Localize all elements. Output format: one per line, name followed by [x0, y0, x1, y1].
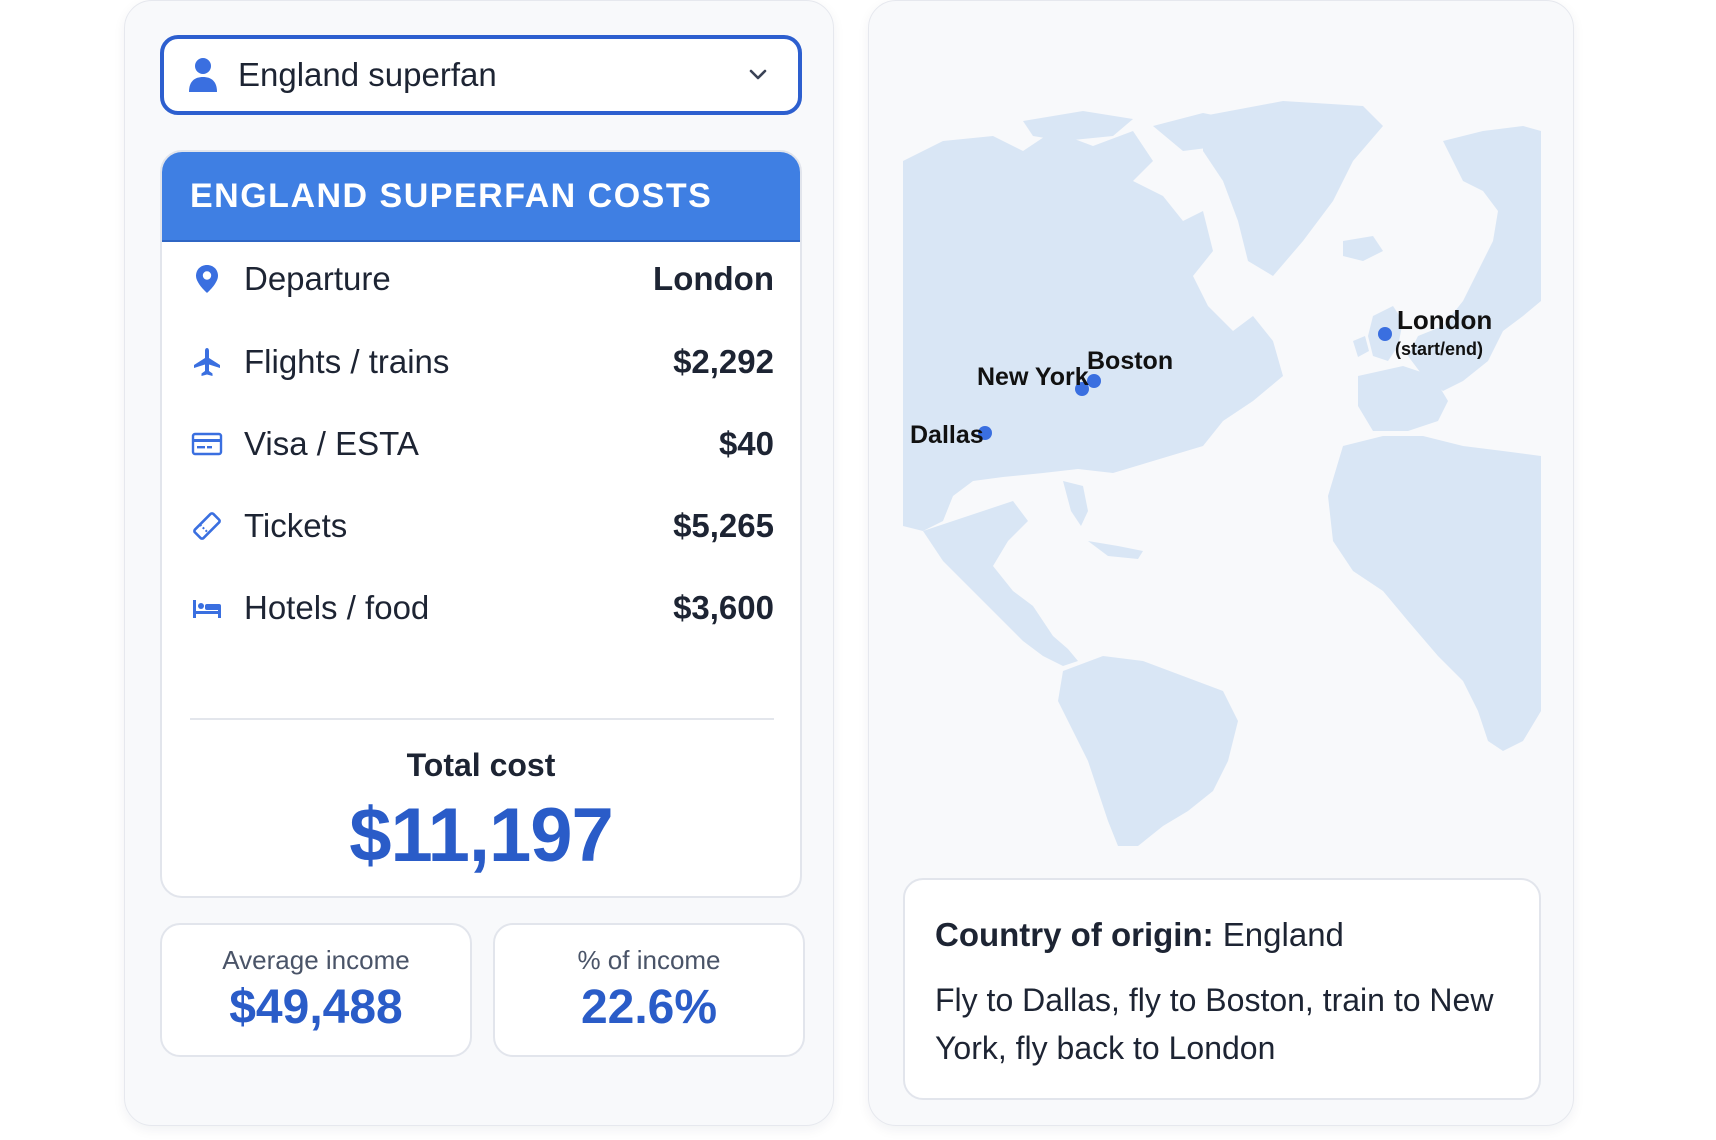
london-marker	[1378, 327, 1392, 341]
map-pin-icon	[190, 262, 224, 296]
cost-breakdown: ENGLAND SUPERFAN COSTS Departure London …	[160, 150, 802, 898]
cost-row-value: $40	[718, 425, 774, 462]
credit-card-icon	[190, 427, 224, 461]
cost-row-label: Visa / ESTA	[244, 425, 419, 462]
bed-icon	[190, 591, 224, 625]
cost-card: England superfan ENGLAND SUPERFAN COSTS …	[124, 0, 834, 1126]
average-income-value: $49,488	[229, 981, 403, 1034]
cost-row-value: $2,292	[673, 343, 774, 380]
chevron-down-icon	[749, 69, 767, 80]
percent-income-label: % of income	[577, 945, 721, 975]
london-note: (start/end)	[1395, 339, 1483, 359]
cost-row-label: Flights / trains	[244, 343, 450, 380]
total-cost-label: Total cost	[406, 747, 556, 783]
ticket-icon	[190, 509, 224, 543]
boston-marker	[1087, 374, 1101, 388]
cost-title: ENGLAND SUPERFAN COSTS	[190, 176, 713, 215]
average-income-card: Average income $49,488	[160, 923, 472, 1057]
london-label: London	[1397, 305, 1492, 335]
origin-value: England	[1222, 916, 1344, 953]
person-icon	[189, 58, 217, 92]
cost-row-tickets: Tickets $5,265	[190, 496, 774, 556]
average-income-label: Average income	[222, 945, 410, 975]
cost-row-value: London	[653, 260, 774, 297]
cost-row-hotels: Hotels / food $3,600	[190, 578, 774, 638]
cost-row-value: $3,600	[673, 589, 774, 626]
cost-row-value: $5,265	[673, 507, 774, 544]
route-description: Fly to Dallas, fly to Boston, train to N…	[935, 982, 1494, 1066]
percent-income-card: % of income 22.6%	[493, 923, 805, 1057]
cost-row-label: Hotels / food	[244, 589, 430, 626]
persona-dropdown-value: England superfan	[238, 56, 497, 93]
cost-row-departure: Departure London	[190, 249, 774, 309]
cost-header: ENGLAND SUPERFAN COSTS	[162, 152, 800, 242]
boston-label: Boston	[1087, 347, 1173, 375]
cost-row-flights: Flights / trains $2,292	[190, 332, 774, 392]
cost-row-label: Departure	[244, 260, 391, 297]
airplane-icon	[190, 345, 224, 379]
divider	[190, 718, 774, 720]
percent-income-value: 22.6%	[580, 981, 718, 1034]
route-map: Dallas Boston New York London (start/end…	[903, 101, 1541, 846]
new-york-label: New York	[977, 363, 1089, 391]
origin-label: Country of origin:	[935, 916, 1214, 953]
dallas-label: Dallas	[910, 421, 984, 449]
country-of-origin: Country of origin: England	[935, 916, 1509, 954]
cost-row-visa: Visa / ESTA $40	[190, 414, 774, 474]
land-masses	[903, 101, 1541, 846]
total-cost-value: $11,197	[349, 793, 614, 878]
cost-row-label: Tickets	[244, 507, 348, 544]
route-card: Dallas Boston New York London (start/end…	[868, 0, 1574, 1126]
route-info: Country of origin: England Fly to Dallas…	[903, 878, 1541, 1100]
persona-dropdown[interactable]: England superfan	[160, 35, 802, 115]
